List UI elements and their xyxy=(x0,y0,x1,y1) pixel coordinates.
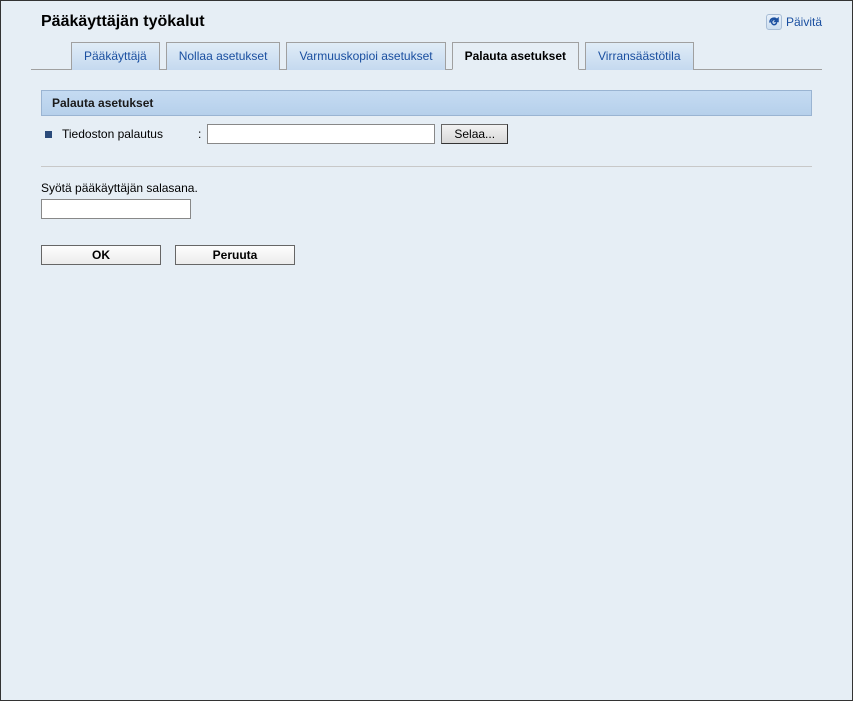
file-path-input[interactable] xyxy=(207,124,435,144)
section-header: Palauta asetukset xyxy=(41,90,812,116)
password-prompt: Syötä pääkäyttäjän salasana. xyxy=(41,181,812,195)
file-restore-label: Tiedoston palautus xyxy=(62,127,192,141)
bullet-icon xyxy=(45,131,52,138)
cancel-button[interactable]: Peruuta xyxy=(175,245,295,265)
tab-admin[interactable]: Pääkäyttäjä xyxy=(71,42,160,70)
app-frame: Pääkäyttäjän työkalut Päivitä Pääkäyttäj… xyxy=(0,0,853,701)
password-input[interactable] xyxy=(41,199,191,219)
refresh-link[interactable]: Päivitä xyxy=(766,14,822,30)
file-restore-row: Tiedoston palautus : Selaa... xyxy=(41,116,812,152)
header-row: Pääkäyttäjän työkalut Päivitä xyxy=(1,13,852,41)
refresh-label: Päivitä xyxy=(786,15,822,29)
button-row: OK Peruuta xyxy=(41,245,812,265)
browse-button[interactable]: Selaa... xyxy=(441,124,508,144)
page-title: Pääkäyttäjän työkalut xyxy=(41,13,205,31)
ok-button[interactable]: OK xyxy=(41,245,161,265)
file-restore-label-text: Tiedoston palautus xyxy=(62,127,163,141)
content-area: Palauta asetukset Tiedoston palautus : S… xyxy=(1,70,852,285)
refresh-icon xyxy=(766,14,782,30)
tab-restore-settings[interactable]: Palauta asetukset xyxy=(452,42,579,70)
tab-reset-settings[interactable]: Nollaa asetukset xyxy=(166,42,281,70)
tab-power-save[interactable]: Virransäästötila xyxy=(585,42,694,70)
divider xyxy=(41,166,812,167)
tab-backup-settings[interactable]: Varmuuskopioi asetukset xyxy=(286,42,445,70)
colon: : xyxy=(198,127,201,141)
tab-bar: Pääkäyttäjä Nollaa asetukset Varmuuskopi… xyxy=(31,41,822,70)
